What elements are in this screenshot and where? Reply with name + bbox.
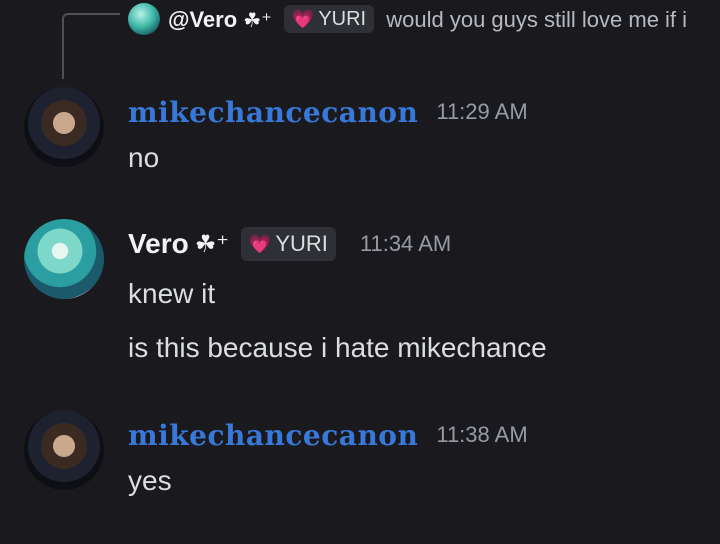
avatar[interactable] xyxy=(24,87,104,167)
role-badge[interactable]: 💗 YURI xyxy=(283,5,375,33)
author-glyphs: ☘⁺ xyxy=(194,230,229,258)
timestamp: 11:34 AM xyxy=(359,231,452,256)
timestamp: 11:38 AM xyxy=(436,422,528,447)
message-text: no xyxy=(128,142,160,173)
message-text: is this because i hate mikechance xyxy=(128,332,547,363)
reply-connector-line xyxy=(62,13,120,79)
role-name: YURI xyxy=(318,8,367,30)
reply-text[interactable]: would you guys still love me if i xyxy=(386,7,687,32)
timestamp: 11:29 AM xyxy=(436,99,528,124)
role-name: YURI xyxy=(275,231,328,256)
message-header: mikechancecanon 11:29 AM xyxy=(128,92,528,132)
author-name[interactable]: mikechancecanon xyxy=(128,419,418,452)
avatar[interactable] xyxy=(24,410,104,490)
reply-author[interactable]: @Vero xyxy=(168,7,237,32)
reply-preview[interactable]: @Vero ☘⁺ 💗 YURI would you guys still love… xyxy=(128,2,688,39)
message-header: mikechancecanon 11:38 AM xyxy=(128,415,528,455)
message-header: Vero ☘⁺ 💗 YURI 11:34 AM xyxy=(128,224,451,264)
message-text: yes xyxy=(128,465,172,496)
author-name[interactable]: mikechancecanon xyxy=(128,96,418,129)
reply-avatar[interactable] xyxy=(128,3,160,35)
message-text: knew it xyxy=(128,278,216,309)
heart-icon: 💗 xyxy=(291,9,315,29)
role-badge[interactable]: 💗 YURI xyxy=(240,227,336,261)
avatar[interactable] xyxy=(24,219,104,299)
heart-icon: 💗 xyxy=(248,233,272,254)
author-glyphs: ☘⁺ xyxy=(243,10,272,32)
author-name[interactable]: Vero xyxy=(128,228,189,260)
